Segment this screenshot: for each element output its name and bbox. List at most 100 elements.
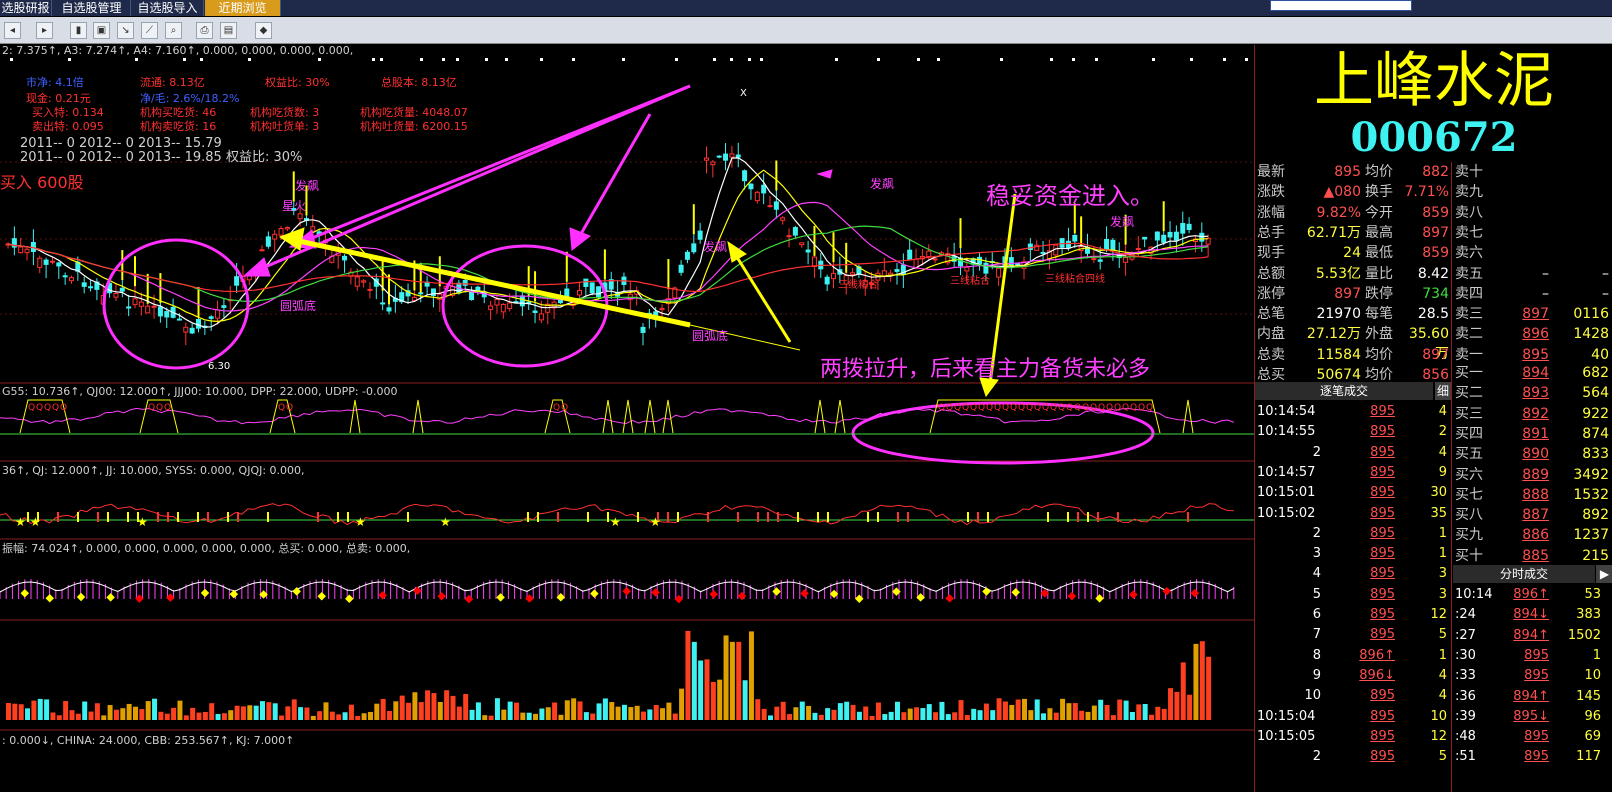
chart-icon[interactable]: ▤ bbox=[220, 22, 237, 39]
volume-bar bbox=[806, 705, 812, 720]
volume-bar bbox=[12, 703, 18, 720]
volume-bar bbox=[482, 715, 488, 720]
quote-label: 均价 bbox=[1365, 346, 1393, 363]
volume-bar bbox=[56, 715, 62, 720]
order-volume: 215 bbox=[1582, 547, 1609, 564]
volume-bar bbox=[977, 710, 983, 720]
order-label: 买二 bbox=[1455, 385, 1483, 402]
order-volume: – bbox=[1602, 265, 1609, 282]
candle-body bbox=[831, 272, 836, 280]
candle-body bbox=[589, 282, 595, 294]
candle-body bbox=[157, 306, 163, 317]
candle-body bbox=[342, 255, 348, 261]
tick-price: 895 bbox=[1370, 749, 1395, 765]
candle-body bbox=[138, 301, 144, 307]
zoom-icon[interactable]: ⌕ bbox=[165, 22, 182, 39]
order-volume: 3492 bbox=[1573, 466, 1609, 483]
tick-time: 4 bbox=[1312, 566, 1321, 582]
volume-bar bbox=[431, 693, 437, 720]
minute-volume: 145 bbox=[1576, 688, 1601, 704]
tick-time: 2 bbox=[1312, 749, 1321, 765]
annotation-two-waves: 两拨拉升，后来看主力备货未必多 bbox=[820, 357, 1150, 382]
quote-label: 每笔 bbox=[1365, 306, 1393, 323]
candle-body bbox=[538, 313, 544, 321]
volume-bar bbox=[298, 707, 304, 720]
candle-body bbox=[284, 227, 290, 230]
order-label: 卖七 bbox=[1455, 224, 1483, 241]
quote-value: 897 bbox=[1422, 224, 1449, 241]
order-label: 买五 bbox=[1455, 446, 1483, 463]
sell-level-row: 卖五 – – bbox=[1453, 264, 1612, 284]
minute-trade-row: :51 895 117 bbox=[1453, 747, 1612, 767]
volume-bar bbox=[558, 714, 564, 720]
candle-body bbox=[583, 278, 589, 287]
quote-label: 总手 bbox=[1257, 224, 1285, 241]
volume-bar bbox=[1174, 691, 1180, 720]
draw-angle-icon[interactable]: ⟋ bbox=[141, 22, 158, 39]
volume-bar bbox=[679, 688, 685, 720]
minute-time: :48 bbox=[1455, 729, 1476, 745]
candle-body bbox=[996, 267, 1002, 278]
tick-time: 3 bbox=[1312, 546, 1321, 562]
svg-text:星火: 星火 bbox=[282, 199, 306, 213]
candle-icon[interactable]: ▮ bbox=[70, 22, 87, 39]
minute-trade-row: :48 895 69 bbox=[1453, 727, 1612, 747]
tab-watchlist-import[interactable]: 自选股导入 bbox=[132, 0, 204, 16]
volume-bar bbox=[748, 631, 754, 720]
play-icon[interactable]: ▶ bbox=[1596, 565, 1612, 583]
star-marker bbox=[1050, 58, 1053, 61]
kline-chart-area[interactable]: 2: 7.375↑, A3: 7.274↑, A4: 7.160↑, 0.000… bbox=[0, 44, 1254, 792]
draw-line-icon[interactable]: ↘ bbox=[117, 22, 134, 39]
star-marker bbox=[730, 58, 733, 61]
tick-row: 7 895 5 bbox=[1255, 625, 1451, 645]
star-marker bbox=[135, 58, 138, 61]
signal-q: Q bbox=[156, 403, 163, 413]
candle-body bbox=[145, 305, 151, 314]
tick-volume: 5 bbox=[1438, 749, 1447, 765]
tab-stock-research[interactable]: 选股研报 bbox=[0, 0, 52, 16]
star-marker bbox=[572, 58, 575, 61]
candle-body bbox=[824, 276, 830, 285]
diamond-icon[interactable]: ◆ bbox=[255, 22, 272, 39]
volume-bar bbox=[863, 706, 869, 720]
volume-bar bbox=[228, 710, 234, 720]
signal-q: Q bbox=[1106, 403, 1113, 413]
signal-q: Q bbox=[28, 403, 35, 413]
volume-bar bbox=[996, 698, 1002, 720]
save-icon[interactable]: ▣ bbox=[93, 22, 110, 39]
star-marker bbox=[200, 58, 203, 61]
quote-label: 跌停 bbox=[1365, 285, 1393, 302]
tick-time: 2 bbox=[1312, 444, 1321, 460]
tick-row: 10:15:01 895 30 bbox=[1255, 483, 1451, 503]
volume-bar bbox=[691, 641, 697, 720]
volume-bar bbox=[348, 704, 354, 720]
candle-body bbox=[1142, 236, 1148, 240]
minute-trade-row: 10:14 896↑ 53 bbox=[1453, 585, 1612, 605]
volume-bar bbox=[494, 698, 500, 720]
buy-level-row: 买三 892 922 bbox=[1453, 404, 1612, 424]
next-icon[interactable]: ▸ bbox=[36, 22, 53, 39]
minute-price: 895↓ bbox=[1513, 708, 1549, 724]
candle-body bbox=[926, 250, 932, 258]
star-icon: ★ bbox=[650, 515, 661, 529]
prev-icon[interactable]: ◂ bbox=[4, 22, 21, 39]
tick-price: 895 bbox=[1370, 424, 1395, 440]
candle-body bbox=[176, 318, 182, 321]
tick-volume: 5 bbox=[1438, 627, 1447, 643]
volume-bar bbox=[456, 706, 462, 720]
tab-recent-browse[interactable]: 近期浏览 bbox=[205, 0, 281, 16]
volume-bar bbox=[856, 711, 862, 720]
candle-body bbox=[697, 230, 703, 240]
tab-watchlist-manage[interactable]: 自选股管理 bbox=[53, 0, 131, 16]
volume-bar bbox=[18, 704, 24, 720]
tick-time: 7 bbox=[1312, 627, 1321, 643]
ticks-detail-button[interactable]: 细 bbox=[1435, 382, 1451, 400]
buy-level-row: 买一 894 682 bbox=[1453, 363, 1612, 383]
quote-row: 涨幅 9.82% 今开 859 bbox=[1255, 203, 1451, 223]
candle-body bbox=[380, 302, 386, 305]
signal-q: Q bbox=[36, 403, 43, 413]
print-icon[interactable]: ⎙ bbox=[196, 22, 213, 39]
signal-q: Q bbox=[978, 403, 985, 413]
candle-body bbox=[1154, 231, 1160, 241]
minute-trade-row: :30 895 1 bbox=[1453, 646, 1612, 666]
